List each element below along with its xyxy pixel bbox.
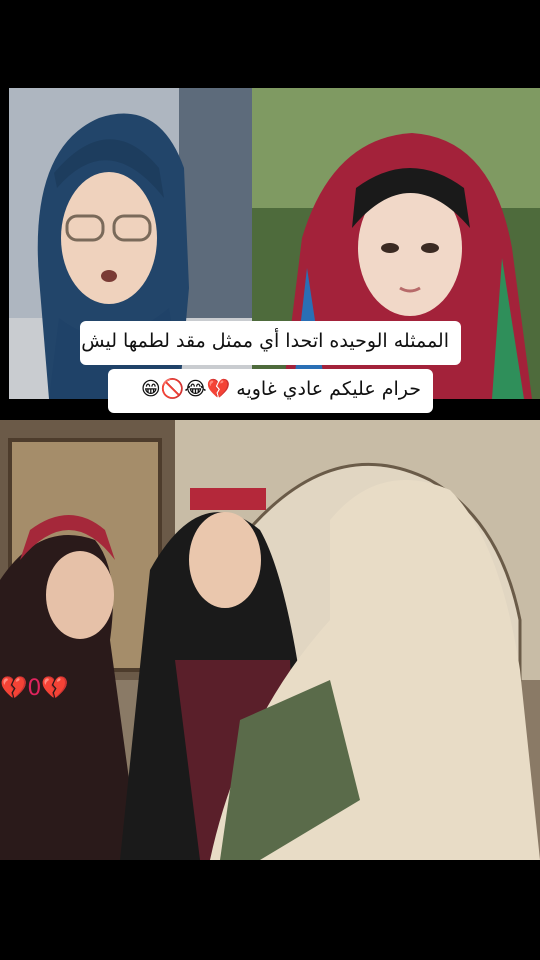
caption-line-2: حرام عليكم عادي غاويه 💔😂🚫😁 <box>108 369 433 413</box>
caption-line-1: الممثله الوحيده اتحدا أي ممثل مقد لطمها … <box>80 321 461 365</box>
overlay-emoji: 💔0💔 <box>0 676 69 701</box>
photo-bottom <box>0 420 540 860</box>
